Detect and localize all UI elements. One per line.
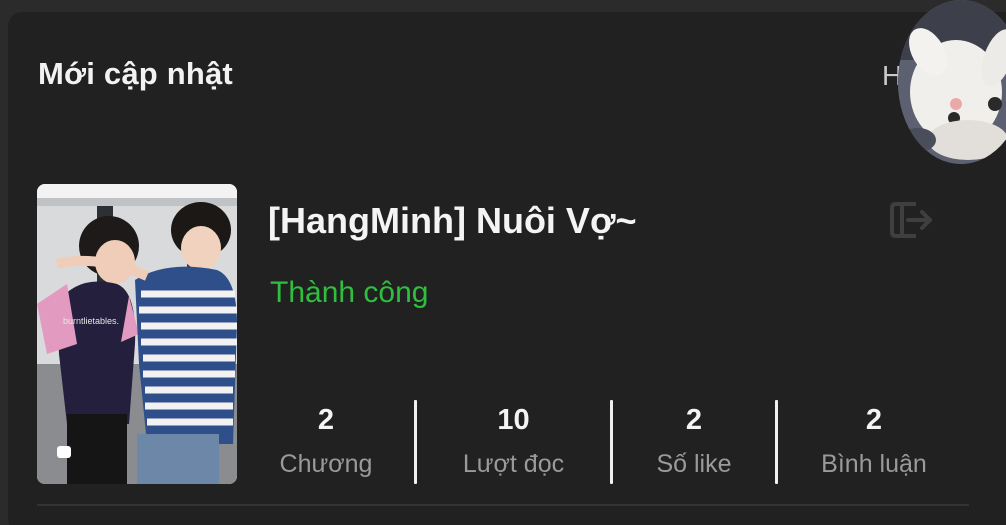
story-cover-image: burntlietables. — [37, 184, 237, 484]
screen: Mới cập nhật H burntlietables. [HangMinh… — [0, 0, 1006, 525]
stat-reads-label: Lượt đọc — [462, 450, 565, 478]
stat-reads: 10 Lượt đọc — [417, 398, 610, 484]
story-status: Thành công — [270, 276, 429, 309]
stat-comments: 2 Bình luận — [778, 398, 970, 484]
stat-likes-value: 2 — [685, 404, 703, 436]
stat-comments-label: Bình luận — [821, 450, 927, 478]
card-divider — [37, 504, 969, 506]
stat-likes: 2 Số like — [613, 398, 775, 484]
svg-text:burntlietables.: burntlietables. — [63, 316, 119, 326]
stat-comments-value: 2 — [865, 404, 883, 436]
stat-chapters-label: Chương — [279, 450, 373, 478]
exit-icon-glyph — [890, 202, 932, 238]
story-cover[interactable]: burntlietables. — [37, 184, 237, 484]
stat-chapters: 2 Chương — [238, 398, 414, 484]
stat-chapters-value: 2 — [317, 404, 335, 436]
stat-likes-label: Số like — [656, 450, 732, 478]
section-title: Mới cập nhật — [38, 56, 233, 91]
exit-icon[interactable] — [886, 196, 934, 244]
story-stats: 2 Chương 10 Lượt đọc 2 Số like 2 Bình lu… — [238, 398, 958, 484]
stat-reads-value: 10 — [497, 404, 530, 436]
story-title[interactable]: [HangMinh] Nuôi Vợ~ — [268, 200, 637, 242]
